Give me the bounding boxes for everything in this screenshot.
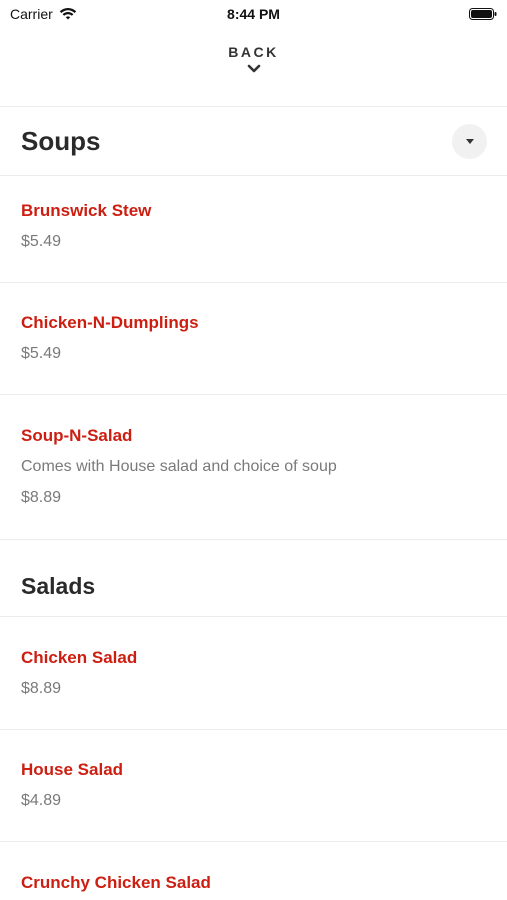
status-time: 8:44 PM (227, 6, 280, 22)
divider (0, 539, 507, 540)
item-name: Brunswick Stew (21, 201, 152, 220)
divider (0, 282, 507, 283)
item-price: $5.49 (21, 345, 62, 362)
divider (0, 175, 507, 176)
back-label: BACK (228, 44, 279, 60)
menu-item-crunchy-chicken-salad[interactable]: Crunchy Chicken Salad (21, 872, 487, 894)
item-price: $8.89 (21, 680, 62, 697)
divider (0, 394, 507, 395)
status-bar: Carrier 8:44 PM (0, 0, 507, 28)
item-price: $5.49 (21, 233, 62, 250)
divider (0, 106, 507, 107)
item-name: Chicken-N-Dumplings (21, 313, 199, 332)
caret-down-icon (465, 139, 474, 144)
item-name: Chicken Salad (21, 648, 138, 667)
item-description: Comes with House salad and choice of sou… (21, 458, 337, 475)
menu-item-brunswick-stew[interactable]: Brunswick Stew $5.49 (21, 200, 487, 253)
menu-item-chicken-n-dumplings[interactable]: Chicken-N-Dumplings $5.49 (21, 312, 487, 365)
section-title-soups: Soups (21, 126, 101, 156)
back-button[interactable]: BACK (0, 44, 507, 74)
chevron-down-icon (247, 64, 260, 73)
battery-icon (469, 8, 497, 20)
item-name: House Salad (21, 760, 124, 779)
menu-item-soup-n-salad[interactable]: Soup-N-Salad Comes with House salad and … (21, 425, 487, 509)
divider (0, 729, 507, 730)
section-title-salads: Salads (21, 573, 96, 599)
menu-item-chicken-salad[interactable]: Chicken Salad $8.89 (21, 647, 487, 700)
section-dropdown-button[interactable] (452, 124, 487, 159)
item-price: $8.89 (21, 489, 62, 506)
item-name: Crunchy Chicken Salad (21, 873, 211, 892)
divider (0, 616, 507, 617)
item-price: $4.89 (21, 792, 62, 809)
divider (0, 841, 507, 842)
item-name: Soup-N-Salad (21, 426, 133, 445)
menu-item-house-salad[interactable]: House Salad $4.89 (21, 759, 487, 812)
